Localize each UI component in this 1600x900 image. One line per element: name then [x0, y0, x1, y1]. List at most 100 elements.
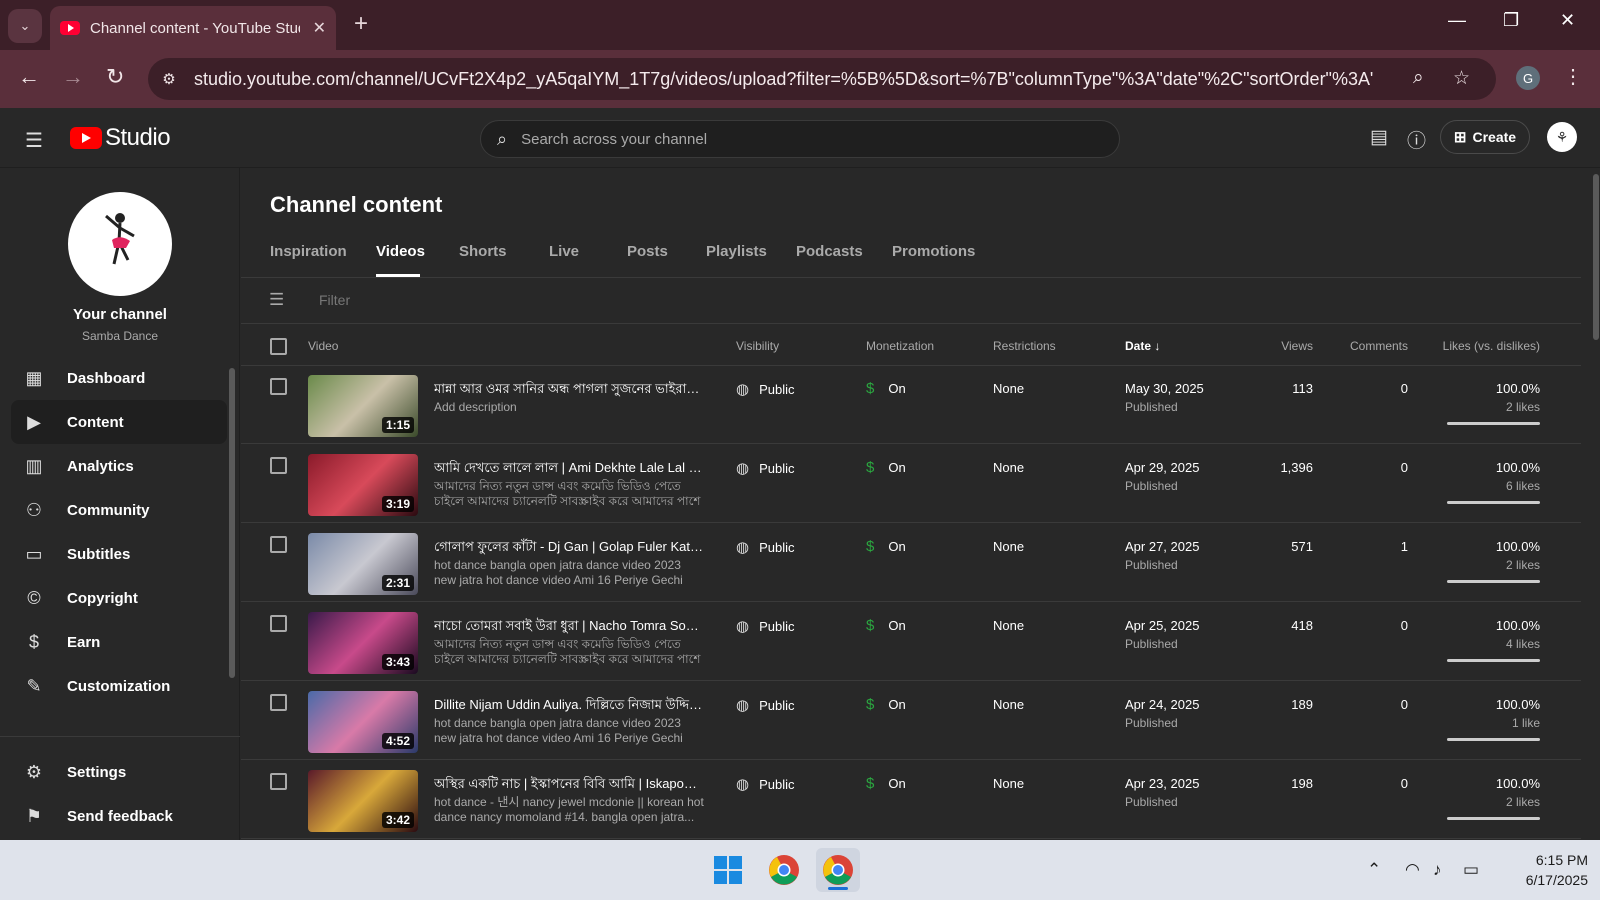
- back-icon[interactable]: ←: [18, 64, 40, 90]
- bookmark-star-icon[interactable]: ☆: [1453, 67, 1470, 90]
- filter-input[interactable]: Filter: [319, 292, 350, 308]
- tab-posts[interactable]: Posts: [627, 243, 668, 260]
- tab-shorts[interactable]: Shorts: [459, 243, 507, 260]
- profile-avatar[interactable]: G: [1516, 66, 1540, 90]
- browser-tab[interactable]: Channel content - YouTube Studio ✕: [50, 6, 336, 50]
- row-checkbox[interactable]: [270, 378, 287, 395]
- video-thumbnail[interactable]: 3:42: [308, 770, 418, 832]
- sidebar-item-feedback[interactable]: ⚑ Send feedback: [11, 794, 227, 838]
- row-checkbox[interactable]: [270, 694, 287, 711]
- site-info-icon[interactable]: ⚙: [154, 64, 184, 94]
- video-description: hot dance - 낸시 nancy jewel mcdonie || ko…: [434, 795, 704, 824]
- windows-start-icon[interactable]: [706, 848, 750, 892]
- chrome-taskbar-icon[interactable]: [762, 848, 806, 892]
- monetization-cell[interactable]: $ On: [866, 380, 906, 397]
- wifi-icon[interactable]: ◠: [1405, 860, 1420, 880]
- chrome-profile-taskbar-icon[interactable]: [816, 848, 860, 892]
- row-checkbox[interactable]: [270, 615, 287, 632]
- visibility-cell[interactable]: ◍ Public: [736, 617, 795, 635]
- address-bar[interactable]: ⚙ studio.youtube.com/channel/UCvFt2X4p2_…: [148, 58, 1496, 100]
- account-avatar[interactable]: ⚘: [1547, 122, 1577, 152]
- visibility-cell[interactable]: ◍ Public: [736, 696, 795, 714]
- forward-icon[interactable]: →: [62, 64, 84, 90]
- tab-live[interactable]: Live: [549, 243, 579, 260]
- sidebar-scrollbar[interactable]: [229, 368, 235, 678]
- main-scrollbar[interactable]: [1593, 174, 1599, 340]
- sidebar-item-dashboard[interactable]: ▦ Dashboard: [11, 356, 227, 400]
- window-close-icon[interactable]: ✕: [1560, 10, 1575, 31]
- sidebar-item-settings[interactable]: ⚙ Settings: [11, 750, 227, 794]
- row-checkbox[interactable]: [270, 773, 287, 790]
- studio-logo[interactable]: Studio: [70, 124, 171, 152]
- new-tab-button[interactable]: +: [354, 10, 368, 38]
- likes-percent: 100.0%: [1495, 381, 1540, 396]
- sidebar-item-subtitles[interactable]: ▭ Subtitles: [11, 532, 227, 576]
- create-button[interactable]: ⊞ Create: [1440, 120, 1530, 154]
- volume-icon[interactable]: ♪: [1433, 860, 1442, 880]
- table-row[interactable]: 3:19 আমি দেখতে লালে লাল | Ami Dekhte Lale…: [241, 445, 1581, 523]
- tray-chevron-up-icon[interactable]: ⌃: [1367, 860, 1381, 880]
- reload-icon[interactable]: ↻: [106, 64, 124, 90]
- video-description: hot dance bangla open jatra dance video …: [434, 716, 683, 745]
- tab-podcasts[interactable]: Podcasts: [796, 243, 863, 260]
- filter-icon[interactable]: ☰: [269, 290, 284, 310]
- messages-icon[interactable]: ▤: [1370, 126, 1388, 149]
- video-title[interactable]: গোলাপ ফুলের কাঁটা - Dj Gan | Golap Fuler…: [434, 538, 704, 559]
- sidebar-item-customization[interactable]: ✎ Customization: [11, 664, 227, 708]
- tab-search-button[interactable]: ⌄: [8, 9, 42, 43]
- video-title[interactable]: মান্না আর ওমর সানির অন্ধ পাগলা সুজনের ভা…: [434, 380, 704, 401]
- visibility-cell[interactable]: ◍ Public: [736, 380, 795, 398]
- system-clock[interactable]: 6:15 PM 6/17/2025: [1498, 850, 1588, 890]
- channel-avatar[interactable]: [68, 192, 172, 296]
- column-header-views[interactable]: Views: [1241, 339, 1313, 353]
- close-tab-icon[interactable]: ✕: [313, 18, 326, 38]
- tab-playlists[interactable]: Playlists: [706, 243, 767, 260]
- video-title[interactable]: আমি দেখতে লালে লাল | Ami Dekhte Lale Lal…: [434, 459, 704, 480]
- sidebar-item-copyright[interactable]: © Copyright: [11, 576, 227, 620]
- table-row[interactable]: 4:52 Dillite Nijam Uddin Auliya. দিল্লিতে…: [241, 682, 1581, 760]
- sidebar-item-community[interactable]: ⚇ Community: [11, 488, 227, 532]
- tab-inspiration[interactable]: Inspiration: [270, 243, 347, 260]
- table-row[interactable]: 3:43 নাচো তোমরা সবাই উরা ধুরা | Nacho Tom…: [241, 603, 1581, 681]
- monetization-cell[interactable]: $ On: [866, 696, 906, 713]
- column-header-comments[interactable]: Comments: [1341, 339, 1408, 353]
- restore-icon[interactable]: ❐: [1503, 10, 1519, 31]
- video-thumbnail[interactable]: 2:31: [308, 533, 418, 595]
- browser-menu-icon[interactable]: ⋮: [1563, 64, 1583, 89]
- monetization-cell[interactable]: $ On: [866, 775, 906, 792]
- tab-promotions[interactable]: Promotions: [892, 243, 975, 260]
- row-checkbox[interactable]: [270, 536, 287, 553]
- sidebar-item-earn[interactable]: $ Earn: [11, 620, 227, 664]
- table-row[interactable]: 1:15 মান্না আর ওমর সানির অন্ধ পাগলা সুজনে…: [241, 366, 1581, 444]
- table-row[interactable]: 3:42 অস্থির একটি নাচ | ইস্কাপনের বিবি আমি…: [241, 761, 1581, 839]
- video-thumbnail[interactable]: 4:52: [308, 691, 418, 753]
- column-header-likes[interactable]: Likes (vs. dislikes): [1421, 339, 1540, 353]
- visibility-cell[interactable]: ◍ Public: [736, 775, 795, 793]
- filter-bar[interactable]: ☰ Filter: [241, 278, 1581, 324]
- monetization-cell[interactable]: $ On: [866, 459, 906, 476]
- monetization-cell[interactable]: $ On: [866, 538, 906, 555]
- search-input[interactable]: ⌕ Search across your channel: [480, 120, 1120, 158]
- minimize-icon[interactable]: —: [1448, 10, 1466, 31]
- select-all-checkbox[interactable]: [270, 338, 287, 355]
- video-title[interactable]: নাচো তোমরা সবাই উরা ধুরা | Nacho Tomra S…: [434, 617, 704, 638]
- video-thumbnail[interactable]: 1:15: [308, 375, 418, 437]
- table-row[interactable]: 2:31 গোলাপ ফুলের কাঁটা - Dj Gan | Golap F…: [241, 524, 1581, 602]
- video-thumbnail[interactable]: 3:19: [308, 454, 418, 516]
- video-title[interactable]: Dillite Nijam Uddin Auliya. দিল্লিতে নিজ…: [434, 696, 704, 717]
- menu-icon[interactable]: ☰: [25, 128, 43, 153]
- tab-videos[interactable]: Videos: [376, 243, 425, 260]
- zoom-icon[interactable]: ⌕: [1413, 67, 1424, 89]
- help-icon[interactable]: ⓘ: [1407, 126, 1426, 153]
- video-title[interactable]: অস্থির একটি নাচ | ইস্কাপনের বিবি আমি | I…: [434, 775, 704, 796]
- sidebar-item-analytics[interactable]: ▥ Analytics: [11, 444, 227, 488]
- monetization-cell[interactable]: $ On: [866, 617, 906, 634]
- visibility-cell[interactable]: ◍ Public: [736, 538, 795, 556]
- visibility-cell[interactable]: ◍ Public: [736, 459, 795, 477]
- row-checkbox[interactable]: [270, 457, 287, 474]
- sidebar-item-content[interactable]: ▶ Content: [11, 400, 227, 444]
- battery-icon[interactable]: ▭: [1463, 860, 1479, 880]
- video-thumbnail[interactable]: 3:43: [308, 612, 418, 674]
- comments-value: 0: [1400, 381, 1408, 396]
- column-header-date[interactable]: Date ↓: [1125, 339, 1160, 353]
